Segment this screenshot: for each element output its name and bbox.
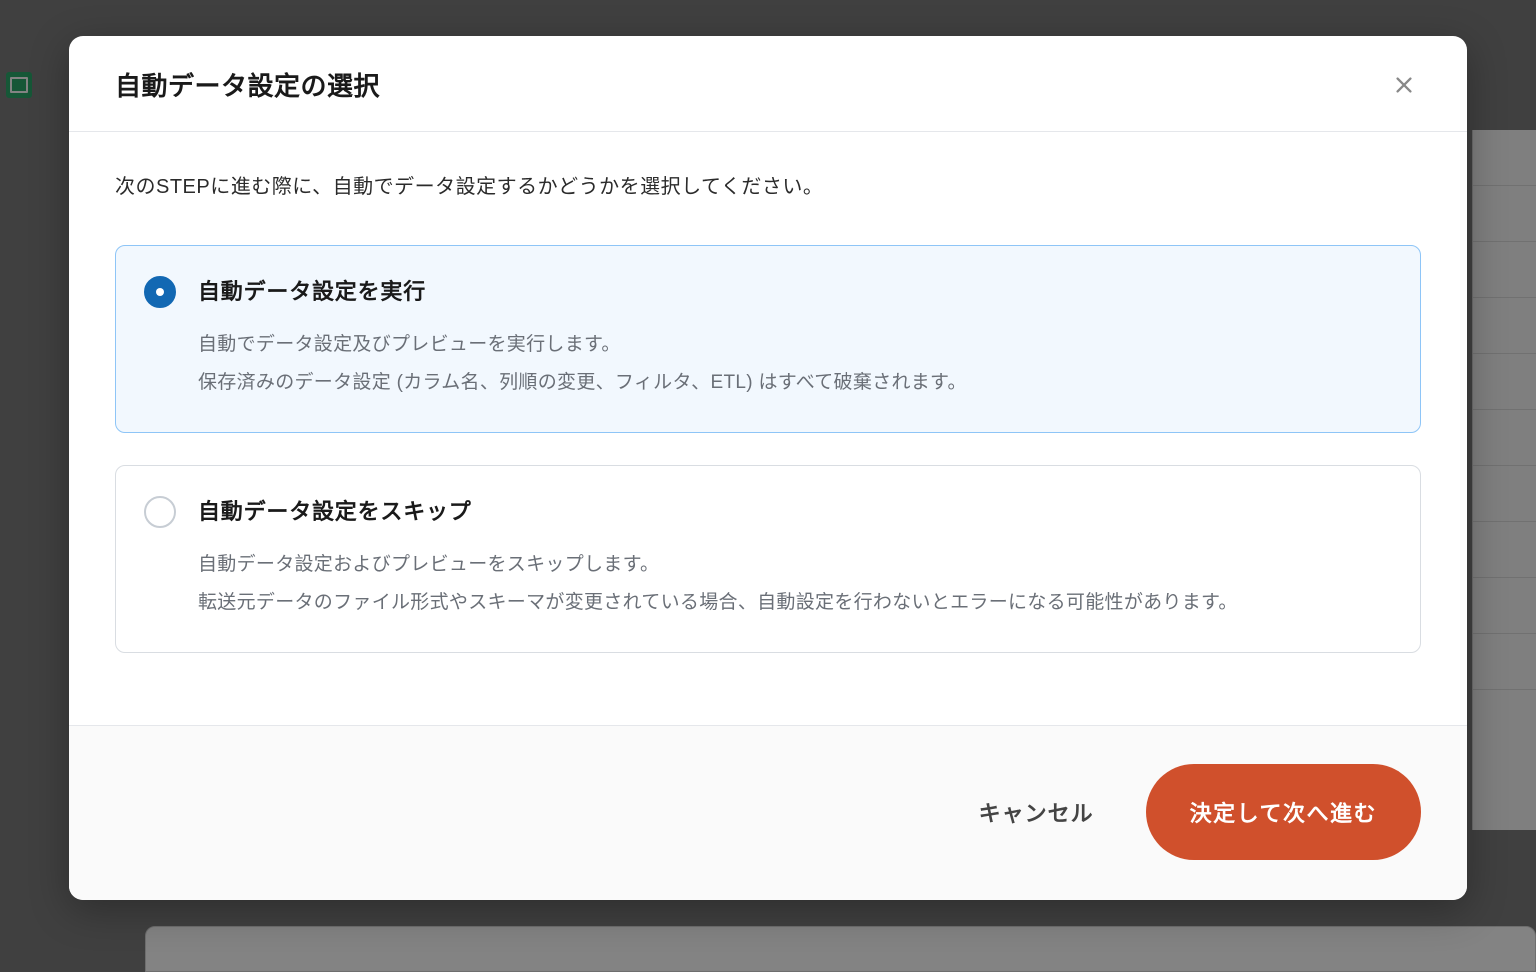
option-description: 自動データ設定およびプレビューをスキップします。 転送元データのファイル形式やス… — [198, 546, 1392, 622]
option-title: 自動データ設定をスキップ — [198, 494, 1392, 526]
modal-body: 次のSTEPに進む際に、自動でデータ設定するかどうかを選択してください。 自動デ… — [69, 132, 1467, 725]
option-title: 自動データ設定を実行 — [198, 274, 1392, 306]
close-icon — [1393, 74, 1415, 96]
option-content: 自動データ設定をスキップ 自動データ設定およびプレビューをスキップします。 転送… — [198, 494, 1392, 622]
radio-unselected-icon — [144, 496, 176, 528]
auto-data-settings-modal: 自動データ設定の選択 次のSTEPに進む際に、自動でデータ設定するかどうかを選択… — [69, 36, 1467, 900]
instruction-text: 次のSTEPに進む際に、自動でデータ設定するかどうかを選択してください。 — [115, 170, 1421, 199]
confirm-next-button[interactable]: 決定して次へ進む — [1146, 764, 1421, 860]
option-execute-auto-settings[interactable]: 自動データ設定を実行 自動でデータ設定及びプレビューを実行します。 保存済みのデ… — [115, 245, 1421, 433]
option-content: 自動データ設定を実行 自動でデータ設定及びプレビューを実行します。 保存済みのデ… — [198, 274, 1392, 402]
modal-header: 自動データ設定の選択 — [69, 36, 1467, 132]
option-skip-auto-settings[interactable]: 自動データ設定をスキップ 自動データ設定およびプレビューをスキップします。 転送… — [115, 465, 1421, 653]
cancel-button[interactable]: キャンセル — [971, 786, 1102, 838]
modal-overlay: 自動データ設定の選択 次のSTEPに進む際に、自動でデータ設定するかどうかを選択… — [0, 0, 1536, 972]
modal-footer: キャンセル 決定して次へ進む — [69, 725, 1467, 900]
close-button[interactable] — [1387, 68, 1421, 102]
radio-selected-icon — [144, 276, 176, 308]
modal-title: 自動データ設定の選択 — [115, 66, 380, 103]
option-description: 自動でデータ設定及びプレビューを実行します。 保存済みのデータ設定 (カラム名、… — [198, 326, 1392, 402]
